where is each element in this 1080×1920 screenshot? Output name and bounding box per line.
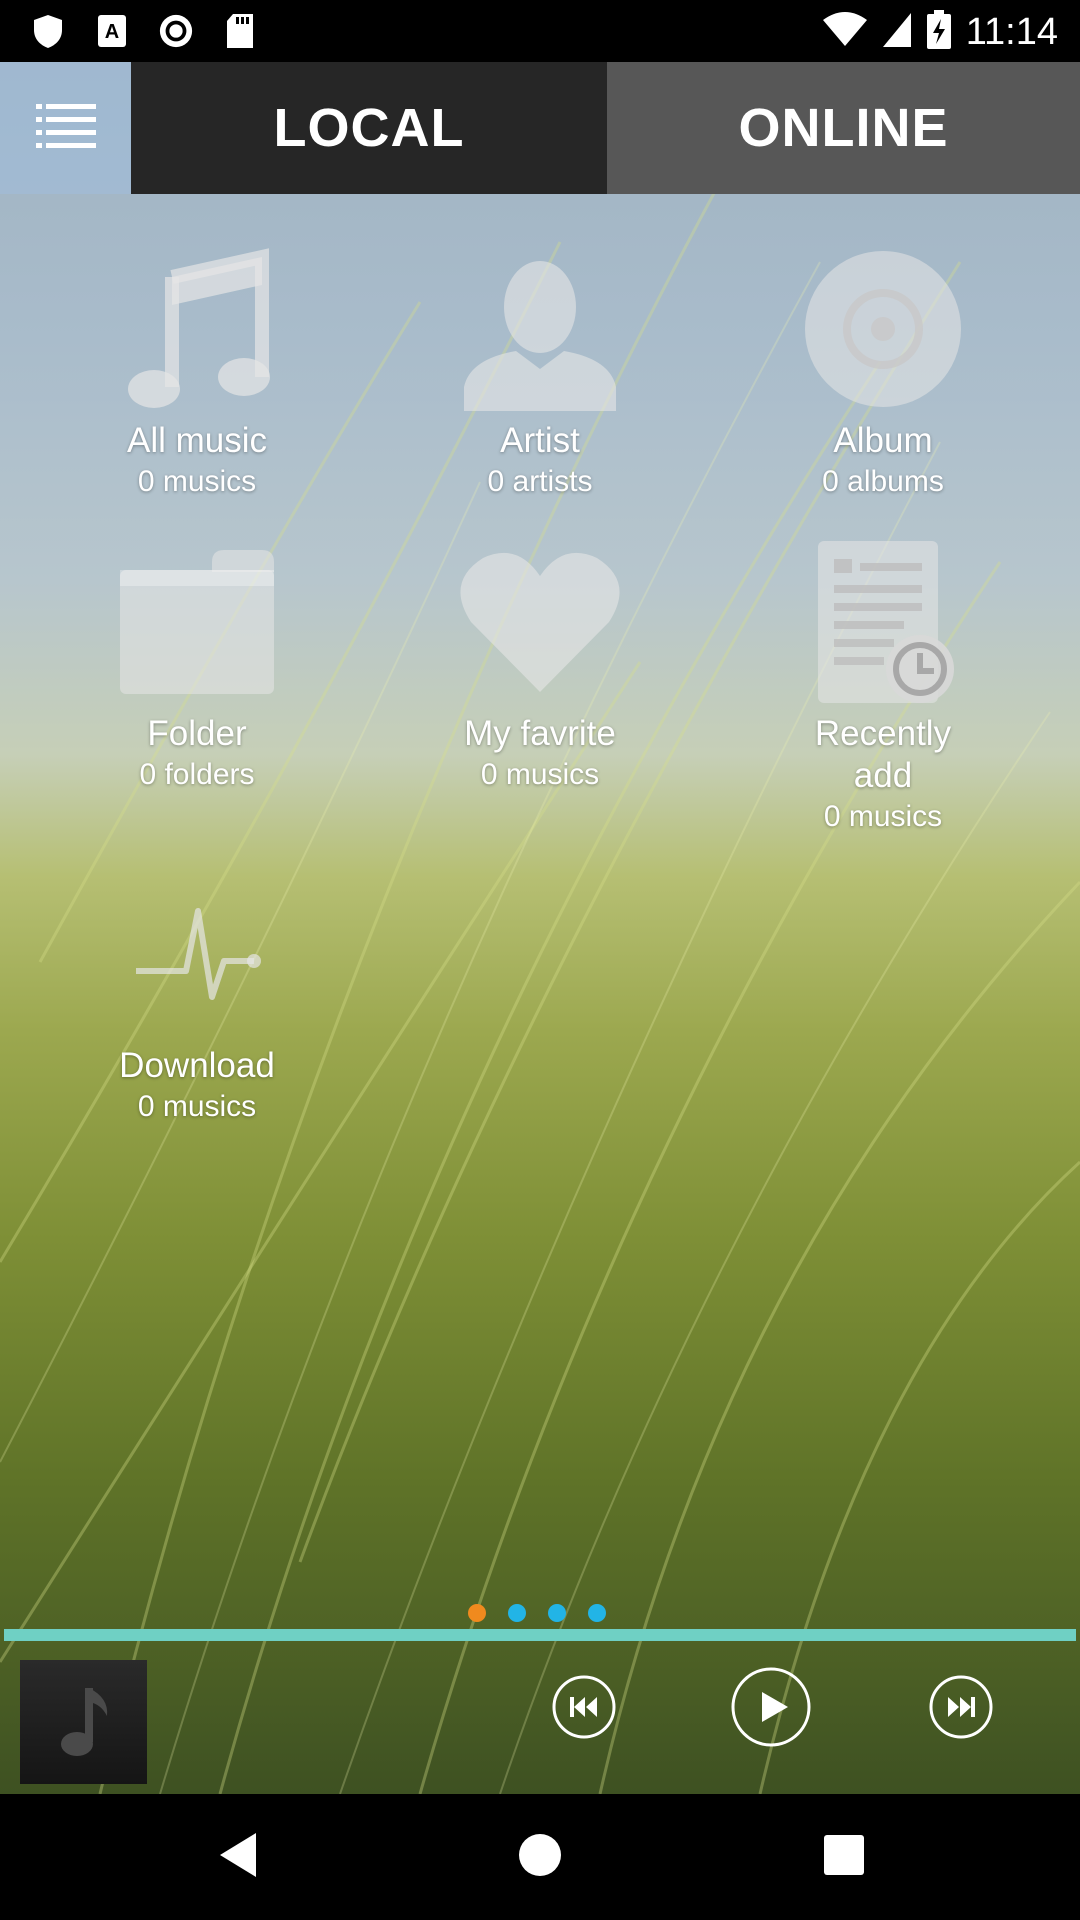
category-artist[interactable]: Artist 0 artists [390,244,690,502]
next-button[interactable] [928,1674,994,1745]
category-count: 0 musics [823,800,943,833]
recents-icon [823,1834,865,1881]
category-name: Download [119,1046,275,1085]
category-album[interactable]: Album 0 albums [733,244,1033,502]
clock: 11:14 [965,11,1058,53]
signal-icon [882,12,912,53]
tab-local-label: LOCAL [273,98,465,158]
category-name: Artist [500,421,580,460]
category-recently-add[interactable]: Recently add 0 musics [733,537,1033,837]
tab-local[interactable]: LOCAL [131,62,607,194]
category-name: Recently add [814,714,952,795]
shield-icon [30,12,66,50]
progress-fill [4,1629,1076,1641]
music-note-icon [47,244,347,414]
category-count: 0 musics [480,758,600,791]
category-count: 0 artists [487,465,593,498]
home-button[interactable] [515,1832,565,1882]
tab-online[interactable]: ONLINE [607,62,1080,194]
previous-button[interactable] [551,1674,617,1745]
category-folder[interactable]: Folder 0 folders [47,537,347,795]
page-dot[interactable] [468,1604,486,1622]
pulse-icon [47,895,347,1015]
mini-player [0,1641,1080,1794]
category-count: 0 musics [137,1090,257,1123]
menu-button[interactable] [0,62,131,194]
list-menu-icon [35,102,96,155]
back-icon [216,1831,260,1884]
record-icon [158,12,194,50]
tab-online-label: ONLINE [738,98,949,158]
disc-icon [733,244,1033,414]
page-dot[interactable] [508,1604,526,1622]
wifi-icon [822,12,868,53]
category-download[interactable]: Download 0 musics [47,895,347,1127]
home-icon [518,1833,562,1882]
skip-previous-icon [551,1674,617,1745]
album-art[interactable] [20,1660,147,1784]
category-my-favrite[interactable]: My favrite 0 musics [390,537,690,795]
status-bar: A 11:14 [0,0,1080,62]
skip-next-icon [928,1674,994,1745]
category-name: Folder [147,714,247,753]
category-all-music[interactable]: All music 0 musics [47,244,347,502]
category-count: 0 folders [139,758,255,791]
page-dot[interactable] [588,1604,606,1622]
battery-charging-icon [926,10,952,55]
sd-card-icon [222,12,258,50]
category-name: My favrite [464,714,616,753]
recents-button[interactable] [819,1832,869,1882]
category-name: All music [126,421,268,460]
play-button[interactable] [730,1666,812,1753]
person-icon [390,244,690,414]
heart-icon [390,537,690,707]
recent-document-icon [733,537,1033,707]
category-count: 0 albums [822,465,944,498]
playback-progress-bar[interactable] [4,1629,1076,1641]
system-nav-bar [0,1794,1080,1920]
play-icon [730,1666,812,1753]
page-dot[interactable] [548,1604,566,1622]
font-icon: A [94,12,130,50]
category-count: 0 musics [137,465,257,498]
top-tab-bar: LOCAL ONLINE [0,62,1080,194]
folder-icon [47,537,347,707]
page-indicator [468,1604,606,1622]
svg-text:A: A [105,21,119,43]
back-button[interactable] [213,1832,263,1882]
category-name: Album [833,421,933,460]
music-note-icon [49,1680,119,1765]
